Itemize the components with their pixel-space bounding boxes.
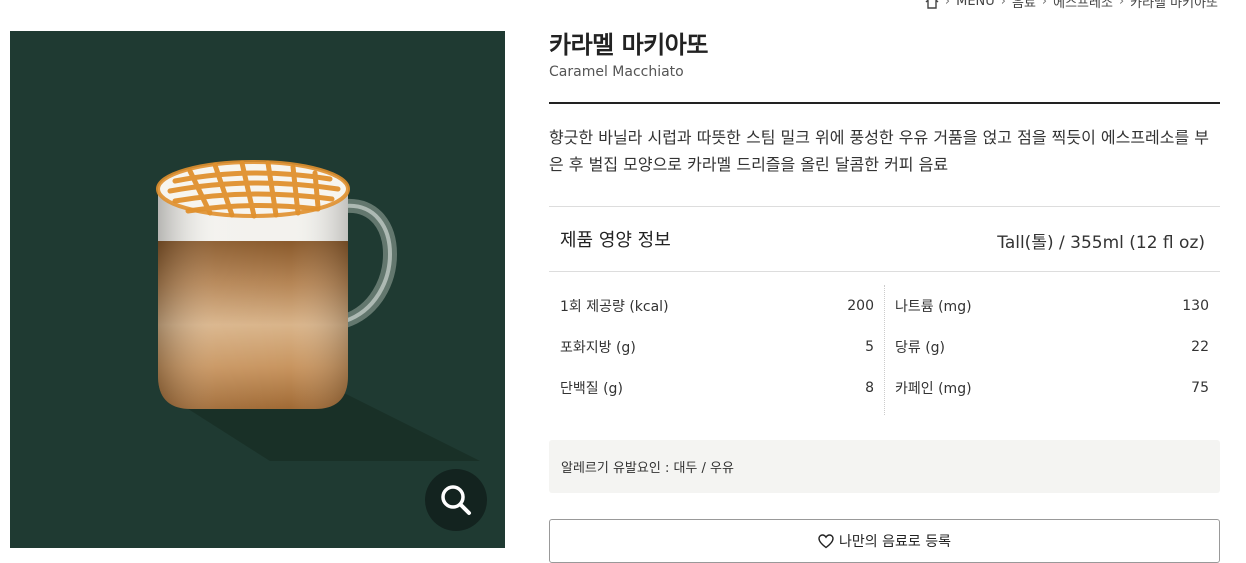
nutrition-label: 당류 (g) (895, 339, 946, 356)
section-divider (549, 206, 1220, 207)
nutrition-row: 카페인 (mg) 75 (895, 367, 1209, 408)
breadcrumb-separator: › (944, 0, 951, 9)
section-divider (549, 271, 1220, 272)
nutrition-value: 8 (865, 379, 874, 396)
nutrition-value: 75 (1191, 379, 1209, 396)
nutrition-value: 22 (1191, 338, 1209, 355)
breadcrumb: › MENU › 음료 › 에스프레소 › 카라멜 마키아또 (925, 0, 1218, 11)
allergy-text: 알레르기 유발요인 : 대두 / 우유 (561, 461, 734, 476)
nutrition-column-right: 나트륨 (mg) 130 당류 (g) 22 카페인 (mg) 75 (885, 285, 1220, 415)
nutrition-column-left: 1회 제공량 (kcal) 200 포화지방 (g) 5 단백질 (g) 8 (549, 285, 885, 415)
nutrition-title: 제품 영양 정보 (560, 230, 671, 251)
nutrition-row: 단백질 (g) 8 (560, 367, 874, 408)
zoom-button[interactable] (425, 469, 487, 531)
nutrition-label: 1회 제공량 (kcal) (560, 298, 669, 315)
breadcrumb-item-espresso[interactable]: 에스프레소 (1053, 0, 1113, 11)
caramel-macchiato-mug-illustration (156, 160, 480, 461)
nutrition-label: 카페인 (mg) (895, 380, 972, 397)
product-subtitle: Caramel Macchiato (549, 64, 684, 80)
heart-outline-icon (818, 533, 834, 548)
favorite-drink-button[interactable]: 나만의 음료로 등록 (549, 519, 1220, 563)
breadcrumb-item-drinks[interactable]: 음료 (1012, 0, 1036, 11)
nutrition-row: 나트륨 (mg) 130 (895, 285, 1209, 326)
breadcrumb-separator: › (1118, 0, 1125, 9)
nutrition-label: 단백질 (g) (560, 380, 623, 397)
allergy-info: 알레르기 유발요인 : 대두 / 우유 (549, 440, 1220, 493)
breadcrumb-item-current[interactable]: 카라멜 마키아또 (1130, 0, 1218, 11)
serving-size-select[interactable]: Tall(톨) / 355ml (12 fl oz) (997, 228, 1205, 253)
title-divider (549, 102, 1220, 104)
nutrition-table: 1회 제공량 (kcal) 200 포화지방 (g) 5 단백질 (g) 8 나… (549, 285, 1220, 415)
nutrition-value: 5 (865, 338, 874, 355)
nutrition-value: 200 (847, 297, 874, 314)
breadcrumb-separator: › (1041, 0, 1048, 9)
breadcrumb-item-menu[interactable]: MENU (956, 0, 995, 9)
nutrition-label: 나트륨 (mg) (895, 298, 972, 315)
product-description: 향긋한 바닐라 시럽과 따뜻한 스팀 밀크 위에 풍성한 우유 거품을 얹고 점… (549, 128, 1210, 174)
nutrition-row: 1회 제공량 (kcal) 200 (560, 285, 874, 326)
product-image (10, 31, 505, 548)
breadcrumb-separator: › (1000, 0, 1006, 9)
nutrition-row: 당류 (g) 22 (895, 326, 1209, 367)
nutrition-row: 포화지방 (g) 5 (560, 326, 874, 367)
nutrition-value: 130 (1182, 297, 1209, 314)
product-title: 카라멜 마키아또 (549, 31, 708, 59)
home-icon[interactable] (925, 0, 939, 9)
magnifier-icon (441, 485, 471, 515)
nutrition-label: 포화지방 (g) (560, 339, 636, 356)
favorite-button-label: 나만의 음료로 등록 (839, 534, 951, 550)
